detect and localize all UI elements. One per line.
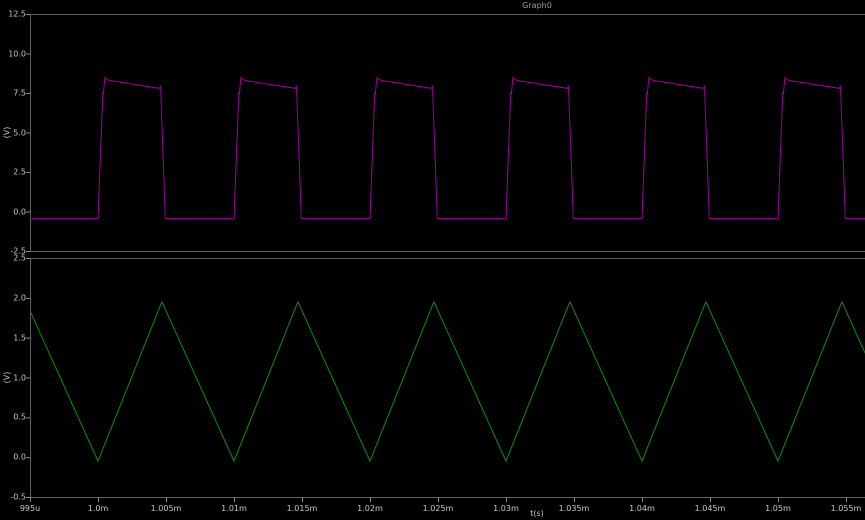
- square-wave-output-trace: [30, 78, 865, 219]
- top-plot-y-axis-label: (V): [3, 118, 12, 148]
- waveform-canvas[interactable]: [0, 0, 865, 520]
- x-axis-label: t(s): [530, 509, 544, 518]
- waveform-viewer-window: Graph0 12.510.07.55.02.50.0-2.52.52.01.5…: [0, 0, 865, 520]
- triangle-wave-trace: [30, 302, 865, 461]
- bottom-plot-y-axis-label: (V): [3, 363, 12, 393]
